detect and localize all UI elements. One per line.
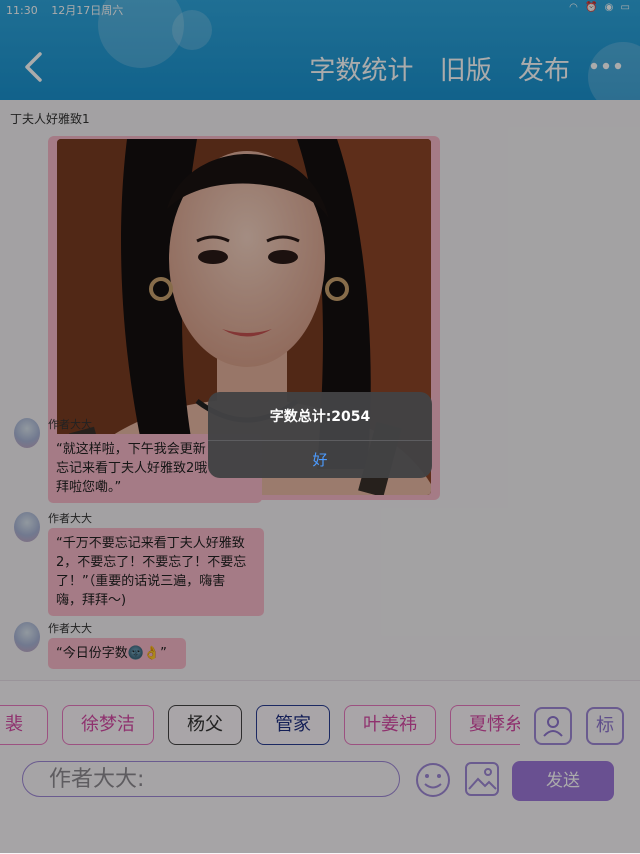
alert-dialog: 字数总计:2054 好 bbox=[208, 392, 432, 478]
dialog-message: 字数总计:2054 bbox=[269, 409, 371, 425]
dialog-ok-button[interactable]: 好 bbox=[208, 441, 432, 478]
